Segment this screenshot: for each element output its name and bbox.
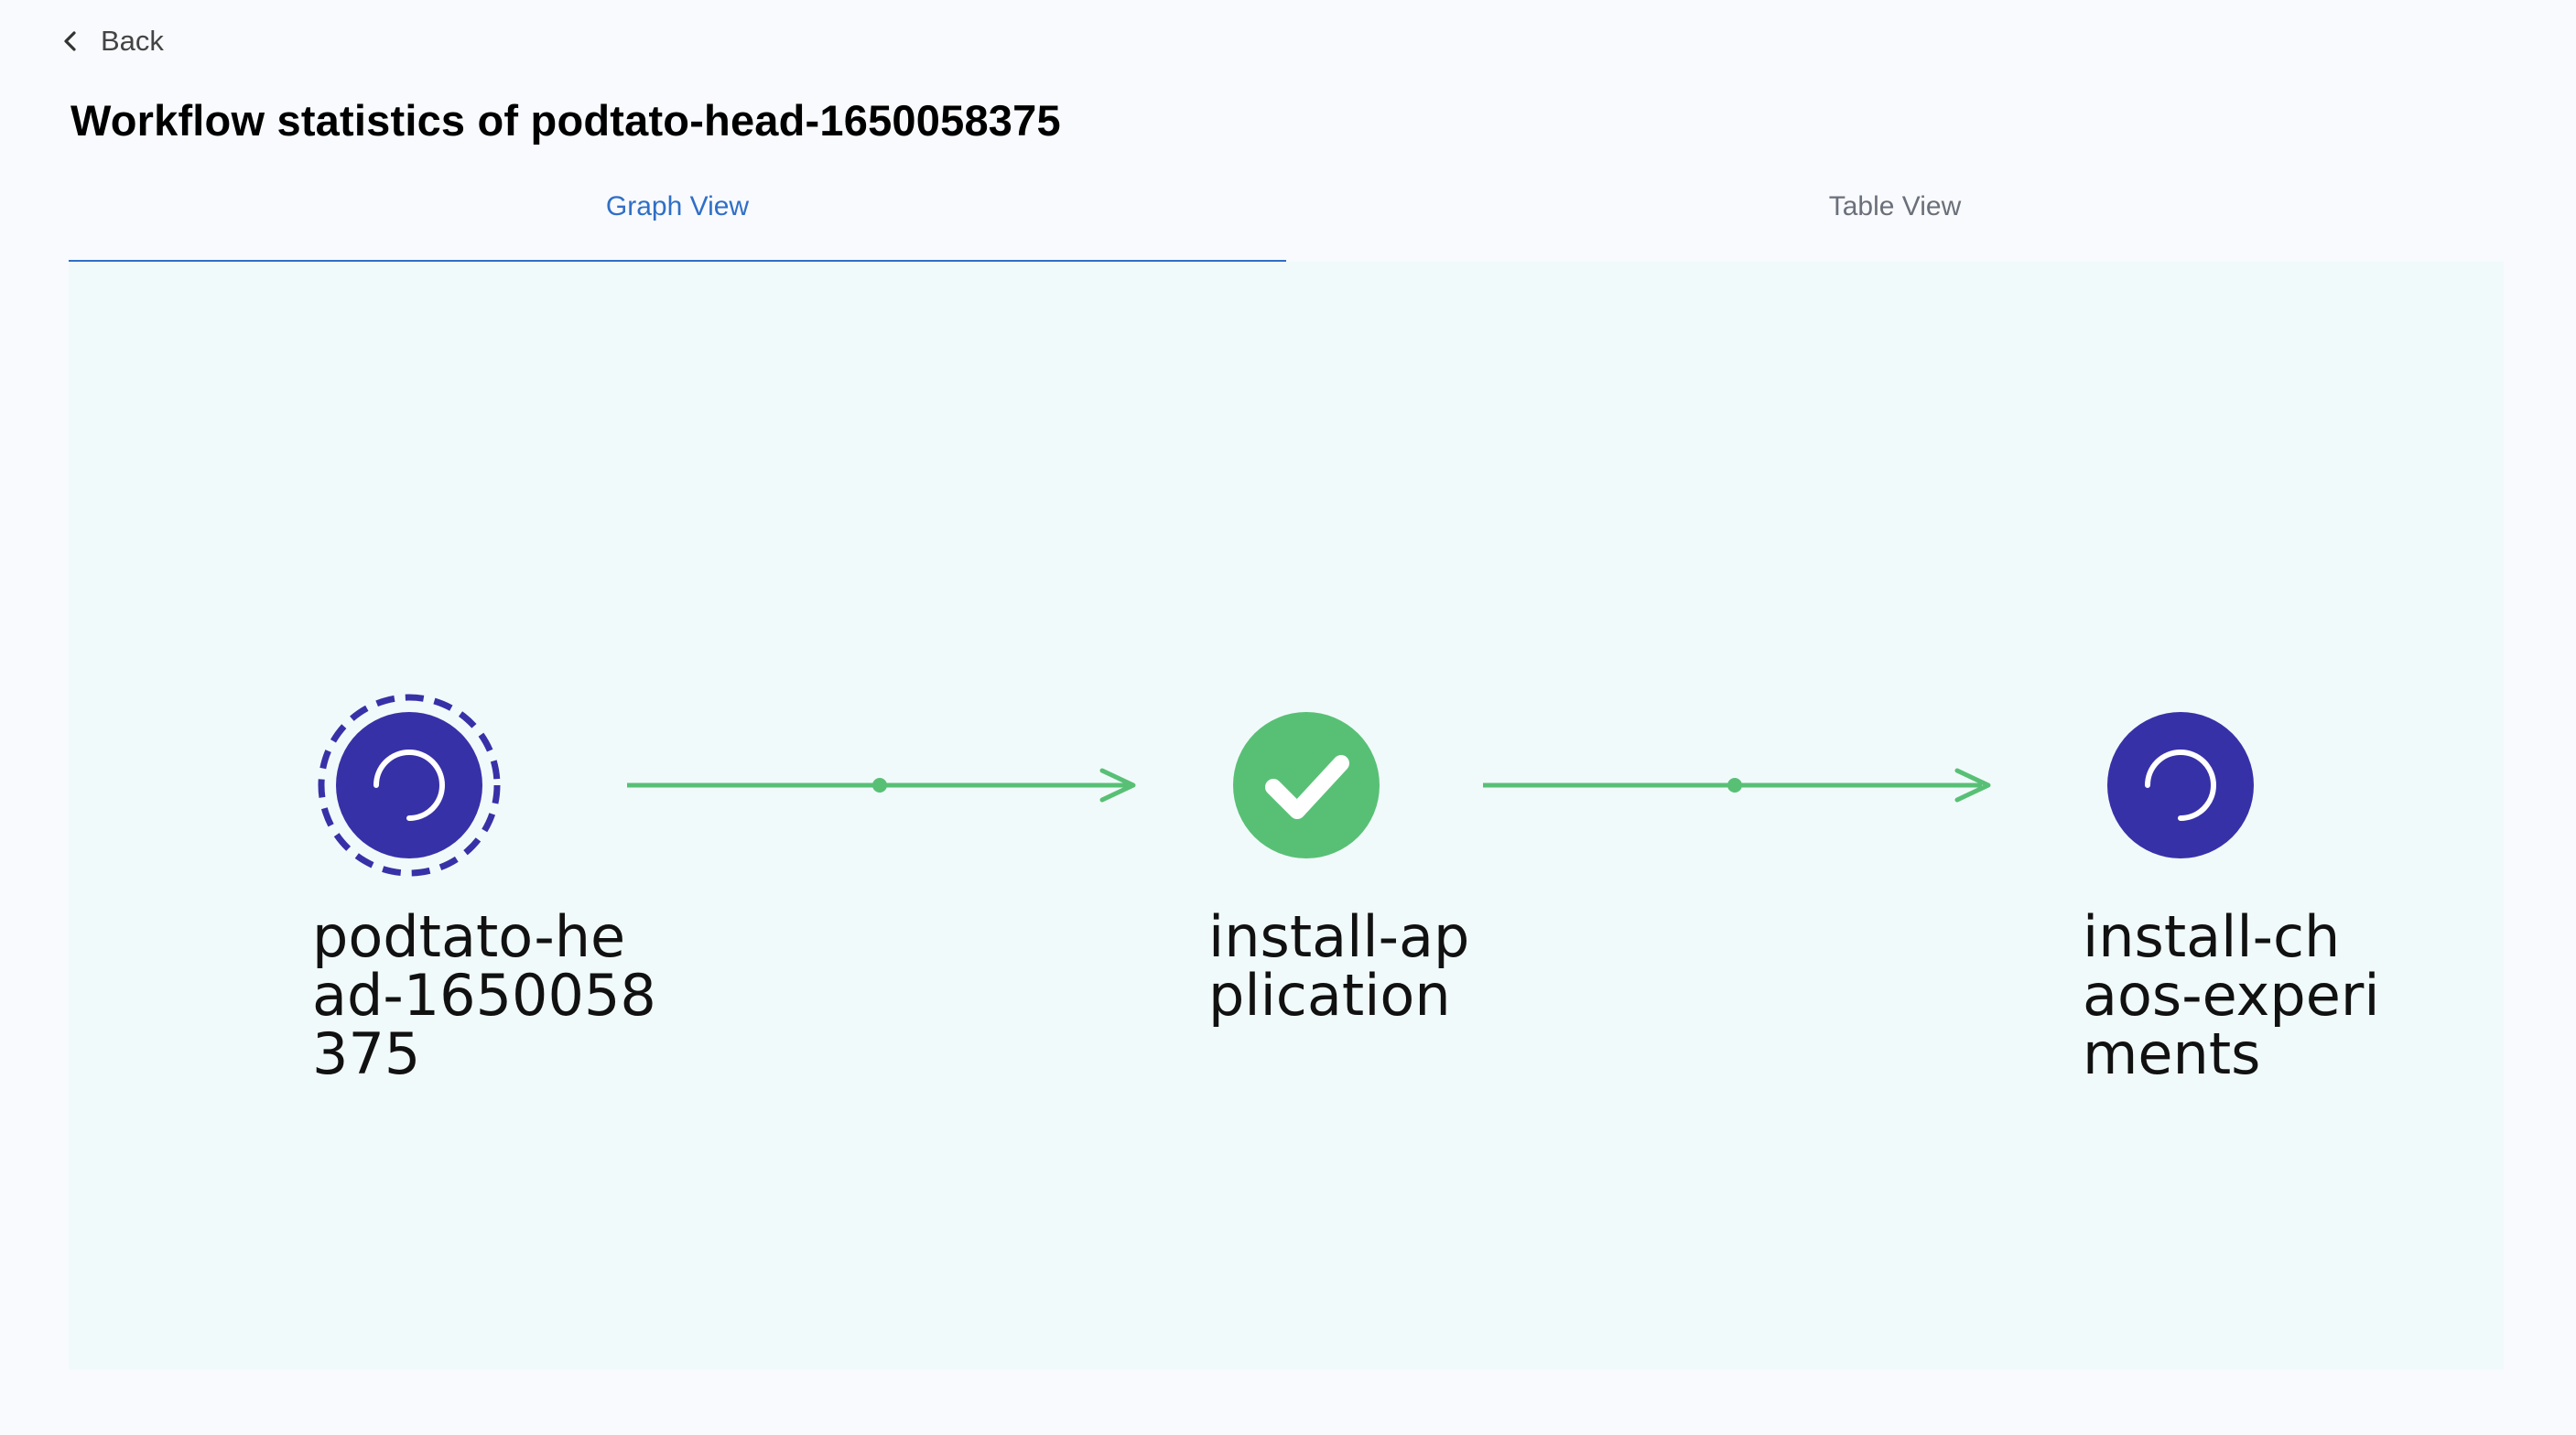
node-label-install-application: install-ap plication bbox=[1208, 903, 1470, 1029]
workflow-statistics-page: Back Workflow statistics of podtato-head… bbox=[0, 0, 2576, 1435]
back-button[interactable]: Back bbox=[57, 20, 164, 62]
node-label-install-chaos-experiments: install-ch aos-experi ments bbox=[2083, 903, 2380, 1087]
graph-node-install-application[interactable] bbox=[1233, 712, 1380, 858]
chevron-left-icon bbox=[64, 31, 76, 51]
workflow-graph bbox=[318, 694, 2254, 877]
graph-canvas: podtato-he ad-1650058 375 install-ap pli… bbox=[69, 262, 2504, 1369]
tab-graph-view[interactable]: Graph View bbox=[69, 174, 1286, 264]
graph-node-install-chaos-experiments[interactable] bbox=[2107, 712, 2254, 858]
back-label: Back bbox=[101, 25, 164, 57]
view-tabs: Graph View Table View bbox=[69, 174, 2504, 264]
tab-table-view[interactable]: Table View bbox=[1286, 174, 2504, 262]
page-title: Workflow statistics of podtato-head-1650… bbox=[70, 96, 1061, 145]
edge-midpoint bbox=[872, 778, 887, 793]
edge-midpoint bbox=[1727, 778, 1742, 793]
graph-node-podtato-head[interactable] bbox=[318, 694, 501, 877]
edge-1 bbox=[627, 768, 1136, 803]
edge-2 bbox=[1483, 768, 1991, 803]
node-label-podtato-head: podtato-he ad-1650058 375 bbox=[312, 903, 656, 1087]
